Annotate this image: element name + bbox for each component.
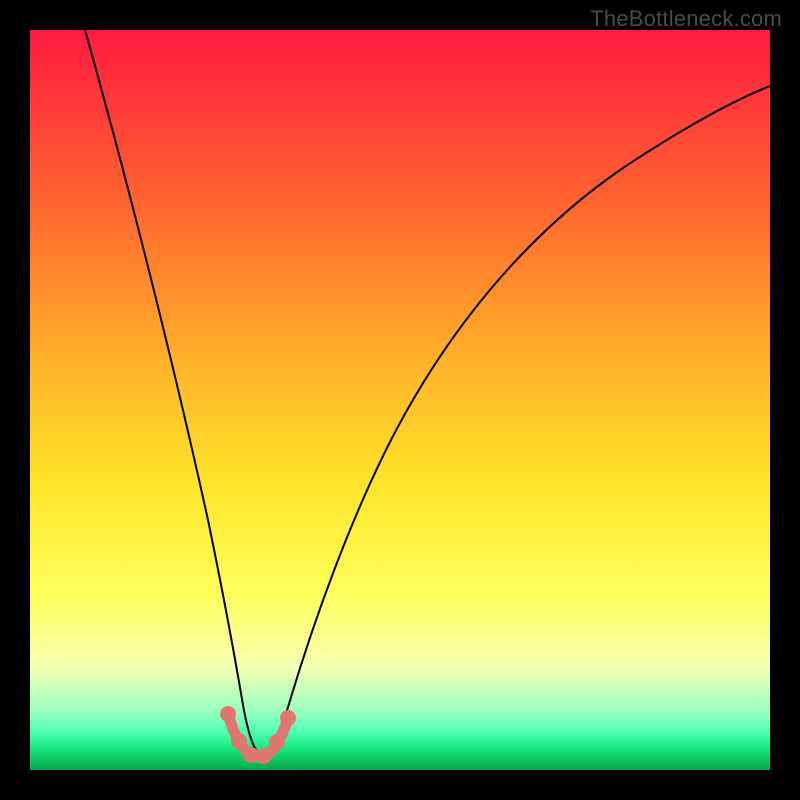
- bottleneck-curve: [85, 30, 770, 755]
- marker-dot: [256, 748, 272, 764]
- marker-dot: [269, 734, 285, 750]
- plot-area: [30, 30, 770, 770]
- marker-dot: [220, 706, 236, 722]
- marker-dot: [280, 710, 296, 726]
- highlight-markers: [220, 706, 296, 764]
- marker-dot: [231, 733, 247, 749]
- curve-layer: [30, 30, 770, 770]
- attribution-text: TheBottleneck.com: [590, 6, 782, 32]
- chart-frame: TheBottleneck.com: [0, 0, 800, 800]
